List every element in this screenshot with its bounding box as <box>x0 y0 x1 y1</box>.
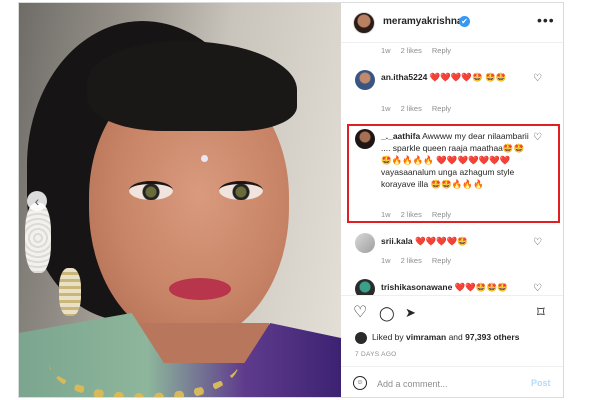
comment-likes[interactable]: 2 likes <box>401 104 422 113</box>
photo-left-eye <box>129 181 173 200</box>
post-actions: ♡ ◯ ➤ ⌑ Liked by vimraman and 97,393 oth… <box>341 295 563 397</box>
photo-bindi <box>201 155 208 162</box>
comment-like-heart-icon[interactable]: ♡ <box>533 237 542 248</box>
comment-like-heart-icon[interactable]: ♡ <box>533 73 542 84</box>
comment-time: 1w <box>381 104 391 113</box>
share-send-icon[interactable]: ➤ <box>405 304 416 322</box>
comment-reply-button[interactable]: Reply <box>432 210 451 219</box>
photo-hair-flower <box>25 203 51 273</box>
comment-time: 1w <box>381 46 391 55</box>
add-comment-input[interactable] <box>377 376 517 392</box>
commenter-avatar[interactable] <box>355 70 375 90</box>
like-heart-icon[interactable]: ♡ <box>353 304 367 322</box>
comment-reply-button[interactable]: Reply <box>432 104 451 113</box>
post-side-pane: meramyakrishnan ✔ ••• 1w 2 likes Reply an.… <box>341 3 563 397</box>
author-avatar[interactable] <box>353 12 375 34</box>
comment-body: ❤️❤️❤️❤️🤩 🤩🤩 <box>427 72 507 82</box>
comment-like-heart-icon[interactable]: ♡ <box>533 132 542 143</box>
comment-meta: 1w 2 likes Reply <box>381 46 461 55</box>
add-comment-row: ☺ Post <box>341 366 563 397</box>
comment-body: ❤️❤️🤩🤩🤩 <box>452 282 508 292</box>
comment-text: an.itha5224 ❤️❤️❤️❤️🤩 🤩🤩 <box>381 71 531 83</box>
comment-time: 1w <box>381 256 391 265</box>
post-comment-button[interactable]: Post <box>531 378 551 388</box>
commenter-avatar[interactable] <box>355 233 375 253</box>
save-bookmark-icon[interactable]: ⌑ <box>537 304 545 322</box>
post-photo[interactable]: ‹ <box>19 3 341 397</box>
verified-badge-icon: ✔ <box>459 16 470 27</box>
comment-likes[interactable]: 2 likes <box>401 46 422 55</box>
commenter-username[interactable]: srii.kala <box>381 236 413 246</box>
liker-avatar[interactable] <box>355 332 367 344</box>
liked-by-username[interactable]: vimraman <box>406 332 446 342</box>
post-timestamp[interactable]: 7 DAYS AGO <box>355 351 397 358</box>
liked-by-count[interactable]: 97,393 others <box>465 332 519 342</box>
comment-reply-button[interactable]: Reply <box>432 46 451 55</box>
instagram-post: ‹ meramyakrishnan ✔ ••• 1w 2 likes Reply a… <box>18 2 564 398</box>
photo-necklace <box>49 323 239 397</box>
comment-likes[interactable]: 2 likes <box>401 210 422 219</box>
commenter-avatar[interactable] <box>355 279 375 295</box>
comment-meta: 1w 2 likes Reply <box>381 104 461 113</box>
comment-bubble-icon[interactable]: ◯ <box>379 304 395 322</box>
commenter-username[interactable]: _._aathifa <box>381 131 420 141</box>
comment-like-heart-icon[interactable]: ♡ <box>533 283 542 294</box>
comment-meta: 1w 2 likes Reply <box>381 210 461 219</box>
photo-earring <box>59 268 81 316</box>
comment-body: ❤️❤️❤️❤️🤩 <box>412 236 468 246</box>
comments-list: 1w 2 likes Reply an.itha5224 ❤️❤️❤️❤️🤩 🤩🤩 … <box>341 43 563 295</box>
comment-text: _._aathifa Awwww my dear nilaambarii ...… <box>381 130 531 190</box>
comment-text: srii.kala ❤️❤️❤️❤️🤩 <box>381 235 531 247</box>
photo-bangs <box>87 41 297 131</box>
previous-photo-button[interactable]: ‹ <box>27 191 47 211</box>
post-header: meramyakrishnan ✔ ••• <box>341 3 563 43</box>
liked-by-prefix: Liked by <box>372 332 407 342</box>
author-username[interactable]: meramyakrishnan <box>383 16 469 27</box>
photo-lips <box>169 278 231 300</box>
comment-reply-button[interactable]: Reply <box>432 256 451 265</box>
commenter-username[interactable]: an.itha5224 <box>381 72 427 82</box>
commenter-avatar[interactable] <box>355 129 375 149</box>
emoji-smiley-icon[interactable]: ☺ <box>353 376 367 390</box>
liked-by-mid: and <box>446 332 466 342</box>
comment-time: 1w <box>381 210 391 219</box>
liked-by-text: Liked by vimraman and 97,393 others <box>372 332 519 342</box>
comment-meta: 1w 2 likes Reply <box>381 256 461 265</box>
comment-text: trishikasonawane ❤️❤️🤩🤩🤩 <box>381 281 541 293</box>
comment-likes[interactable]: 2 likes <box>401 256 422 265</box>
more-options-icon[interactable]: ••• <box>537 12 555 28</box>
commenter-username[interactable]: trishikasonawane <box>381 282 452 292</box>
photo-right-eye <box>219 181 263 200</box>
